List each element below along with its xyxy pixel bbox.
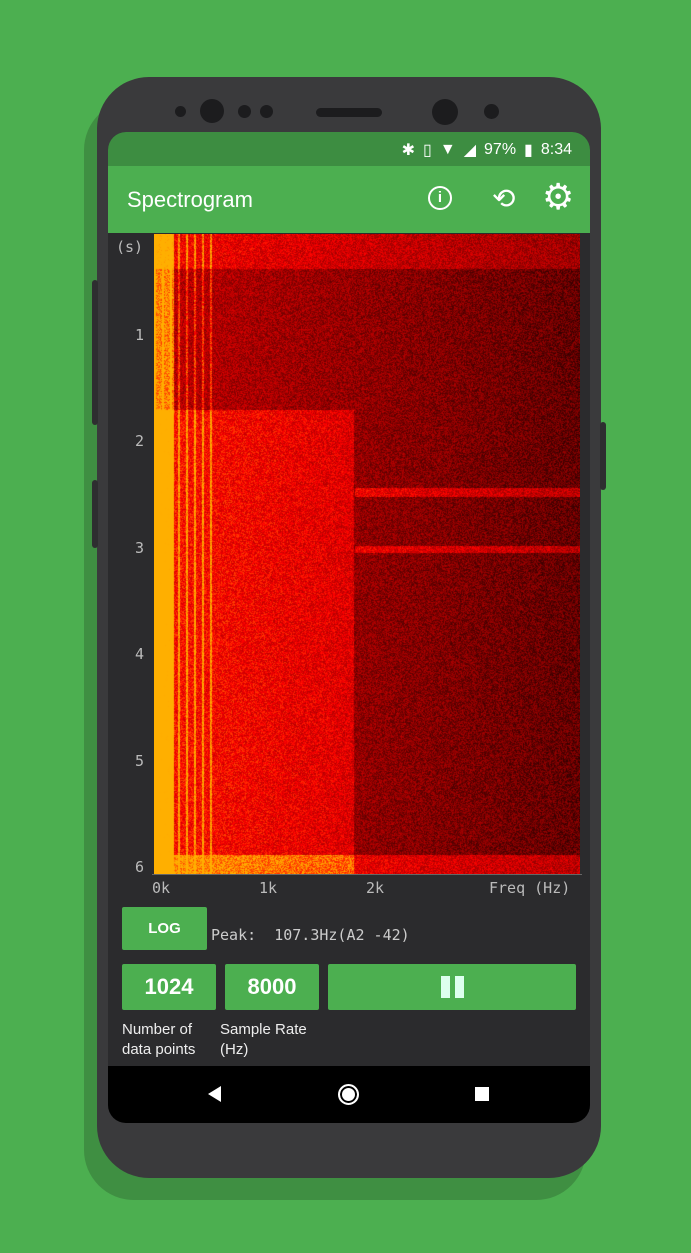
earpiece-speaker <box>316 108 382 117</box>
navigation-bar <box>108 1066 590 1123</box>
side-button <box>92 480 98 548</box>
signal-icon: ◢ <box>464 140 476 160</box>
sensor-dot <box>260 105 273 118</box>
time-tick: 1 <box>135 326 144 344</box>
time-tick: 4 <box>135 645 144 663</box>
data-points-button[interactable]: 1024 <box>122 964 216 1010</box>
info-icon[interactable]: i <box>428 186 452 210</box>
peak-readout: Peak: 107.3Hz(A2 -42) <box>211 926 410 944</box>
freq-axis-line <box>152 874 582 875</box>
pause-button[interactable] <box>328 964 576 1010</box>
freq-tick: 1k <box>259 879 277 897</box>
pause-icon <box>441 976 464 998</box>
screen-rotation-icon[interactable]: ⟲ <box>492 182 515 215</box>
time-tick: 6 <box>135 858 144 876</box>
freq-tick: 2k <box>366 879 384 897</box>
wifi-icon: ▼ <box>440 141 456 159</box>
time-tick: 2 <box>135 432 144 450</box>
time-tick: 5 <box>135 752 144 770</box>
freq-tick: 0k <box>152 879 170 897</box>
bluetooth-icon: ✱ <box>402 140 415 160</box>
sample-rate-label: Sample Rate (Hz) <box>220 1020 307 1060</box>
home-icon[interactable] <box>338 1084 359 1105</box>
time-unit-label: (s) <box>116 238 143 256</box>
settings-gear-icon[interactable]: ⚙ <box>542 176 574 218</box>
spectrogram-plot[interactable] <box>154 234 580 874</box>
sensor-dot <box>238 105 251 118</box>
freq-axis-label: Freq (Hz) <box>489 879 570 897</box>
status-bar: ✱ ▯ ▼ ◢ 97% ▮ 8:34 <box>108 132 590 166</box>
app-bar: Spectrogram i ⟲ ⚙ <box>108 166 590 233</box>
time-tick: 3 <box>135 539 144 557</box>
recents-icon[interactable] <box>475 1087 489 1101</box>
battery-icon: ▮ <box>524 140 533 160</box>
sensor-dot <box>175 106 186 117</box>
screen: ✱ ▯ ▼ ◢ 97% ▮ 8:34 Spectrogram i ⟲ ⚙ (s)… <box>108 132 590 1123</box>
front-camera <box>200 99 224 123</box>
clock: 8:34 <box>541 141 572 159</box>
back-icon[interactable] <box>208 1086 221 1102</box>
data-points-label: Number of data points <box>122 1020 195 1060</box>
sensor-dot <box>484 104 499 119</box>
sample-rate-button[interactable]: 8000 <box>225 964 319 1010</box>
power-button <box>600 422 606 490</box>
front-camera <box>432 99 458 125</box>
log-button[interactable]: LOG <box>122 907 207 950</box>
volume-button <box>92 280 98 425</box>
app-title: Spectrogram <box>127 187 253 213</box>
vibrate-icon: ▯ <box>423 140 432 160</box>
battery-text: 97% <box>484 141 516 159</box>
